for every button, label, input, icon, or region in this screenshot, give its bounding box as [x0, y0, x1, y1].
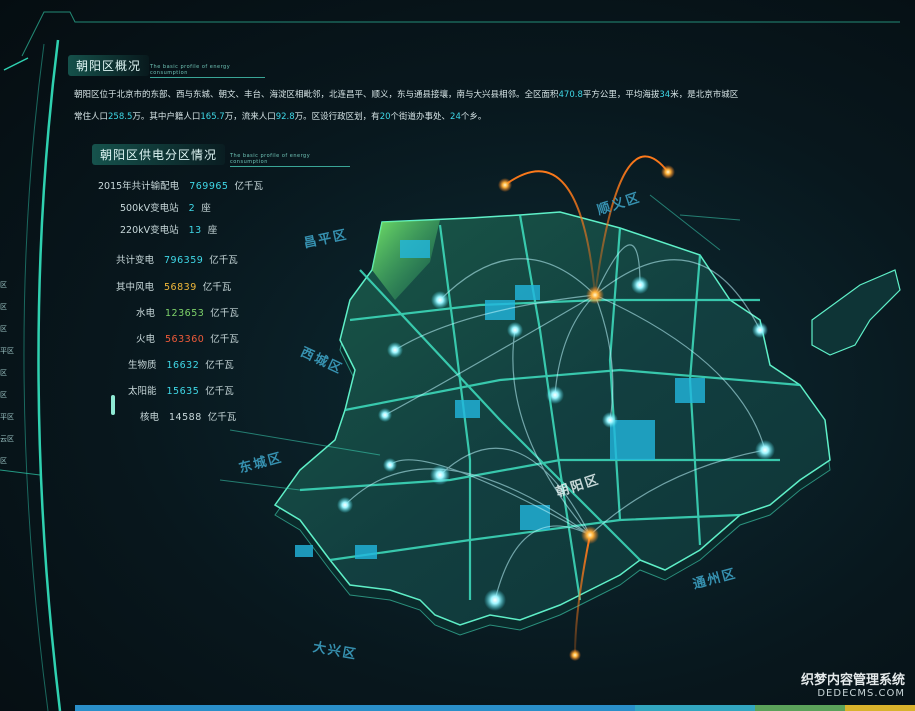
map-island — [811, 269, 901, 356]
watermark: 织梦内容管理系统 DEDECMS.COM — [801, 669, 905, 699]
watermark-line-1: 织梦内容管理系统 — [800, 673, 905, 688]
watermark-line-2: DEDECMS.COM — [817, 688, 905, 699]
chaoyang-district-map — [219, 155, 901, 661]
bottom-color-bar — [75, 705, 915, 711]
